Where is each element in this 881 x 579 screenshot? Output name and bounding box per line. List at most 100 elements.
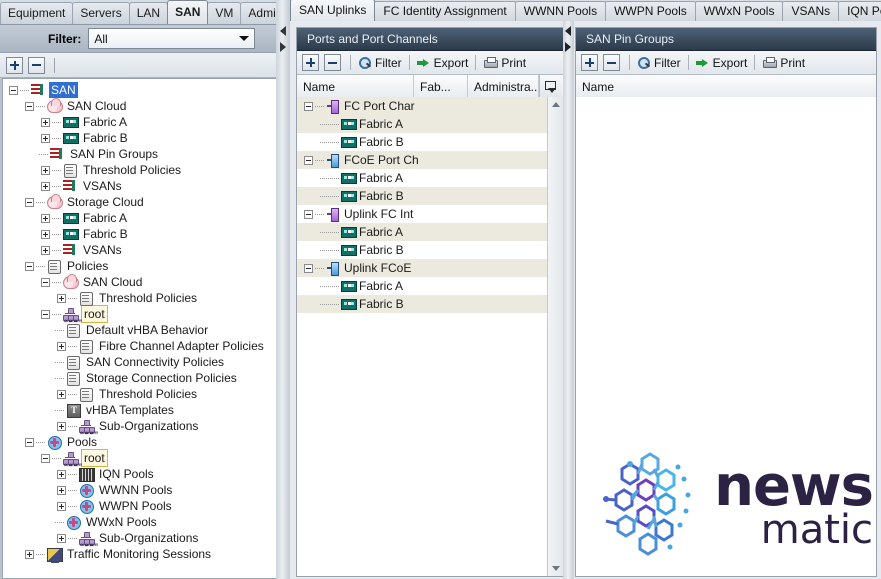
export-button[interactable]: Export — [693, 56, 751, 70]
tree-item[interactable]: SAN Pin Groups — [3, 146, 277, 162]
tree-toggle-plus-icon[interactable] — [55, 386, 68, 402]
tree-toggle-plus-icon[interactable] — [23, 546, 36, 562]
nav-tab-servers[interactable]: Servers — [72, 2, 130, 24]
work-tab-vsans[interactable]: VSANs — [782, 1, 840, 21]
work-tab-wwnn-pools[interactable]: WWNN Pools — [514, 1, 607, 21]
tree-toggle-minus-icon[interactable] — [23, 258, 36, 274]
column-header-name[interactable]: Name — [576, 75, 874, 98]
filter-button[interactable]: Filter — [355, 56, 405, 70]
column-chooser-button[interactable] — [539, 75, 562, 98]
add-button[interactable] — [581, 54, 598, 71]
column-header-fabric[interactable]: Fab... — [414, 75, 468, 98]
tree-toggle-minus-icon[interactable] — [39, 306, 52, 322]
delete-button[interactable] — [324, 54, 341, 71]
tree-toggle-minus-icon[interactable] — [39, 450, 52, 466]
tree-toggle-plus-icon[interactable] — [55, 290, 68, 306]
table-row[interactable]: Fabric B — [297, 241, 563, 259]
work-tab-fc-identity-assignment[interactable]: FC Identity Assignment — [374, 1, 516, 21]
tree-item[interactable]: Threshold Policies — [3, 386, 277, 402]
tree-item[interactable]: TvHBA Templates — [3, 402, 277, 418]
panel-splitter-left-icon[interactable] — [565, 26, 571, 36]
splitter-collapse-left-icon[interactable] — [280, 26, 286, 36]
tree-toggle-plus-icon[interactable] — [39, 210, 52, 226]
ports-vertical-scrollbar[interactable] — [547, 97, 563, 576]
tree-item[interactable]: Fabric B — [3, 130, 277, 146]
tree-item[interactable]: SAN Connectivity Policies — [3, 354, 277, 370]
tree-item[interactable]: Pools — [3, 434, 277, 450]
column-header-name[interactable]: Name — [297, 75, 414, 98]
chevron-down-icon[interactable] — [236, 31, 252, 45]
tree-toggle-plus-icon[interactable] — [55, 418, 68, 434]
tree-item[interactable]: Fibre Channel Adapter Policies — [3, 338, 277, 354]
nav-tab-equipment[interactable]: Equipment — [0, 2, 74, 24]
tree-item[interactable]: WWNN Pools — [3, 482, 277, 498]
main-splitter[interactable] — [276, 0, 290, 579]
tree-toggle-plus-icon[interactable] — [55, 498, 68, 514]
tree-item[interactable]: Threshold Policies — [3, 162, 277, 178]
tree-item[interactable]: Threshold Policies — [3, 290, 277, 306]
tree-toggle-plus-icon[interactable] — [55, 338, 68, 354]
table-row[interactable]: Fabric A — [297, 115, 563, 133]
table-row[interactable]: Fabric B — [297, 187, 563, 205]
tree-item[interactable]: Storage Connection Policies — [3, 370, 277, 386]
row-toggle-minus-icon[interactable] — [302, 206, 315, 222]
tree-toggle-plus-icon[interactable] — [39, 130, 52, 146]
tree-item[interactable]: Fabric A — [3, 114, 277, 130]
filter-select[interactable]: All — [88, 28, 256, 49]
panel-splitter[interactable] — [563, 21, 574, 579]
tree-toggle-minus-icon[interactable] — [7, 82, 20, 98]
print-button[interactable]: Print — [759, 56, 808, 70]
column-header-administrative[interactable]: Administra... — [468, 75, 539, 98]
tree-item[interactable]: WWxN Pools — [3, 514, 277, 530]
tree-item[interactable]: Default vHBA Behavior — [3, 322, 277, 338]
tree-item[interactable]: Sub-Organizations — [3, 530, 277, 546]
work-tab-iqn-pools[interactable]: IQN Pools — [838, 1, 881, 21]
tree-item[interactable]: root — [3, 305, 277, 323]
row-toggle-minus-icon[interactable] — [302, 98, 315, 114]
tree-toggle-plus-icon[interactable] — [39, 162, 52, 178]
tree-item[interactable]: VSANs — [3, 178, 277, 194]
pin-grid-body[interactable] — [576, 97, 876, 576]
table-row[interactable]: Fabric A — [297, 223, 563, 241]
nav-tab-san[interactable]: SAN — [167, 0, 209, 24]
work-tab-san-uplinks[interactable]: SAN Uplinks — [290, 0, 376, 21]
tree-item[interactable]: root — [3, 449, 277, 467]
table-row[interactable]: Uplink FCoE — [297, 259, 563, 277]
tree-toggle-plus-icon[interactable] — [39, 114, 52, 130]
table-row[interactable]: FCoE Port Ch — [297, 151, 563, 169]
expand-all-button[interactable] — [6, 56, 23, 74]
table-row[interactable]: Fabric B — [297, 133, 563, 151]
tree-toggle-plus-icon[interactable] — [39, 178, 52, 194]
ports-grid-body[interactable]: FC Port Char Fabric A Fabric B FCoE Port Ch… — [297, 97, 563, 576]
add-button[interactable] — [302, 54, 319, 71]
tree-toggle-plus-icon[interactable] — [55, 482, 68, 498]
table-row[interactable]: Uplink FC Int — [297, 205, 563, 223]
tree-toggle-minus-icon[interactable] — [39, 274, 52, 290]
table-row[interactable]: Fabric A — [297, 169, 563, 187]
tree-item[interactable]: VSANs — [3, 242, 277, 258]
work-tab-wwpn-pools[interactable]: WWPN Pools — [605, 1, 696, 21]
navigation-tree-panel[interactable]: SAN SAN Cloud Fabric A Fabric B SAN Pin Grou… — [2, 78, 278, 579]
filter-button[interactable]: Filter — [634, 56, 684, 70]
tree-item[interactable]: SAN — [3, 82, 277, 98]
tree-item[interactable]: WWPN Pools — [3, 498, 277, 514]
nav-tab-lan[interactable]: LAN — [128, 2, 169, 24]
tree-item[interactable]: SAN Cloud — [3, 274, 277, 290]
table-row[interactable]: Fabric B — [297, 295, 563, 313]
tree-item[interactable]: Fabric B — [3, 226, 277, 242]
row-toggle-minus-icon[interactable] — [302, 152, 315, 168]
tree-item[interactable]: Storage Cloud — [3, 194, 277, 210]
tree-item[interactable]: IQN Pools — [3, 466, 277, 482]
export-button[interactable]: Export — [414, 56, 472, 70]
tree-item[interactable]: Traffic Monitoring Sessions — [3, 546, 277, 563]
tree-toggle-minus-icon[interactable] — [23, 434, 36, 450]
tree-item[interactable]: Fabric A — [3, 210, 277, 226]
collapse-all-button[interactable] — [28, 56, 45, 74]
tree-item[interactable]: Sub-Organizations — [3, 418, 277, 434]
tree-toggle-plus-icon[interactable] — [55, 466, 68, 482]
tree-item[interactable]: Policies — [3, 258, 277, 274]
panel-splitter-right-icon[interactable] — [565, 42, 571, 52]
table-row[interactable]: FC Port Char — [297, 97, 563, 115]
tree-item[interactable]: SAN Cloud — [3, 98, 277, 114]
delete-button[interactable] — [603, 54, 620, 71]
